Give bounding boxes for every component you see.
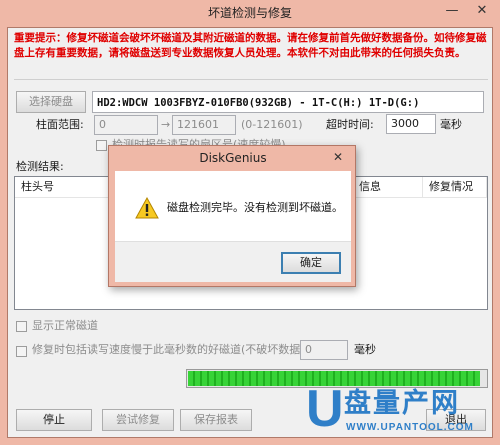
range-to-input[interactable]: 121601: [172, 115, 236, 135]
range-hint: (0-121601): [241, 118, 303, 131]
close-button[interactable]: ✕: [467, 0, 497, 22]
slow-repair-checkbox[interactable]: [16, 346, 27, 357]
timeout-unit: 毫秒: [440, 118, 462, 131]
message-dialog[interactable]: DiskGenius ✕ 磁盘检测完毕。没有检测到坏磁道。 确定: [108, 145, 356, 287]
dialog-footer: 确定: [115, 241, 351, 282]
select-disk-button[interactable]: 选择硬盘: [16, 91, 86, 113]
range-from-input[interactable]: 0: [94, 115, 158, 135]
watermark-site-name: 盘量产网: [344, 388, 460, 418]
range-arrow: →: [161, 118, 171, 131]
timeout-input[interactable]: 3000: [386, 114, 436, 134]
show-normal-checkbox[interactable]: [16, 321, 27, 332]
ok-button[interactable]: 确定: [281, 252, 341, 274]
timeout-label: 超时时间:: [326, 118, 374, 131]
stop-button[interactable]: 停止: [16, 409, 92, 431]
dialog-body: 磁盘检测完毕。没有检测到坏磁道。 确定: [115, 171, 351, 282]
dialog-title: DiskGenius: [199, 151, 267, 165]
slow-threshold-unit: 毫秒: [354, 343, 376, 356]
minimize-button[interactable]: —: [437, 0, 467, 22]
watermark-logo: U: [306, 380, 344, 438]
try-repair-button[interactable]: 尝试修复: [102, 409, 174, 431]
warning-separator: [14, 79, 488, 80]
dialog-message: 磁盘检测完毕。没有检测到坏磁道。: [167, 201, 343, 214]
warning-text: 重要提示：修复坏磁道会破坏坏磁道及其附近磁道的数据。请在修复前首先做好数据备份。…: [14, 32, 487, 59]
column-header-repair-status[interactable]: 修复情况: [423, 177, 487, 197]
column-header-info[interactable]: 信息: [353, 177, 423, 197]
report-sectors-checkbox[interactable]: [96, 140, 107, 151]
slow-repair-label: 修复时包括读写速度慢于此毫秒数的好磁道(不破坏数据):: [32, 343, 309, 356]
watermark: U 盘量产网 WWW.UPANTOOL.COM: [306, 382, 496, 442]
show-normal-label: 显示正常磁道: [32, 319, 98, 332]
cylinder-range-label: 柱面范围:: [36, 118, 84, 131]
dialog-close-button[interactable]: ✕: [324, 147, 352, 167]
disk-name-display: HD2:WDCW 1003FBYZ-010FB0(932GB) - 1T-C(H…: [92, 91, 484, 113]
warning-icon: [135, 196, 159, 219]
watermark-url: WWW.UPANTOOL.COM: [346, 422, 474, 433]
window-title: 坏道检测与修复: [207, 6, 292, 20]
save-report-button[interactable]: 保存报表: [180, 409, 252, 431]
slow-threshold-input[interactable]: 0: [300, 340, 348, 360]
results-label: 检测结果:: [16, 160, 64, 173]
